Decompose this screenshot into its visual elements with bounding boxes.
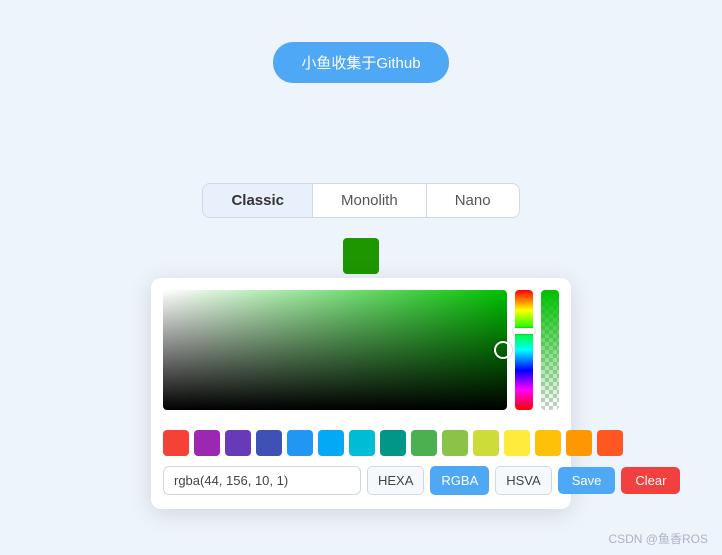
picker-container: HEXA RGBA HSVA Save Clear (151, 278, 571, 509)
watermark: CSDN @鱼香ROS (608, 530, 708, 547)
gradient-area[interactable] (163, 290, 507, 410)
swatch-lime[interactable] (473, 430, 499, 456)
swatch-light-green[interactable] (442, 430, 468, 456)
swatch-green[interactable] (411, 430, 437, 456)
clear-button[interactable]: Clear (621, 467, 680, 494)
swatch-deep-purple[interactable] (225, 430, 251, 456)
tabs-container: Classic Monolith Nano (202, 183, 519, 218)
gradient-row (163, 290, 559, 420)
color-preview (343, 238, 379, 274)
tab-monolith[interactable]: Monolith (313, 184, 427, 217)
swatch-indigo[interactable] (256, 430, 282, 456)
swatch-yellow[interactable] (504, 430, 530, 456)
swatch-orange[interactable] (566, 430, 592, 456)
swatch-teal[interactable] (380, 430, 406, 456)
swatch-light-blue[interactable] (318, 430, 344, 456)
swatches-row (163, 430, 559, 456)
hue-strip[interactable] (515, 290, 533, 410)
tab-classic[interactable]: Classic (203, 184, 313, 217)
gradient-cursor (494, 341, 512, 359)
color-value-input[interactable] (163, 466, 361, 495)
alpha-strip[interactable] (541, 290, 559, 410)
swatch-red[interactable] (163, 430, 189, 456)
swatch-cyan[interactable] (349, 430, 375, 456)
tab-nano[interactable]: Nano (427, 184, 519, 217)
bottom-row: HEXA RGBA HSVA Save Clear (163, 466, 559, 495)
swatch-amber[interactable] (535, 430, 561, 456)
swatch-purple[interactable] (194, 430, 220, 456)
swatch-deep-orange[interactable] (597, 430, 623, 456)
hexa-button[interactable]: HEXA (367, 466, 424, 495)
swatch-blue[interactable] (287, 430, 313, 456)
rgba-button[interactable]: RGBA (430, 466, 489, 495)
hsva-button[interactable]: HSVA (495, 466, 551, 495)
github-button[interactable]: 小鱼收集于Github (273, 42, 448, 83)
hue-cursor (513, 328, 535, 334)
save-button[interactable]: Save (558, 467, 616, 494)
gradient-area-wrap (163, 290, 507, 420)
